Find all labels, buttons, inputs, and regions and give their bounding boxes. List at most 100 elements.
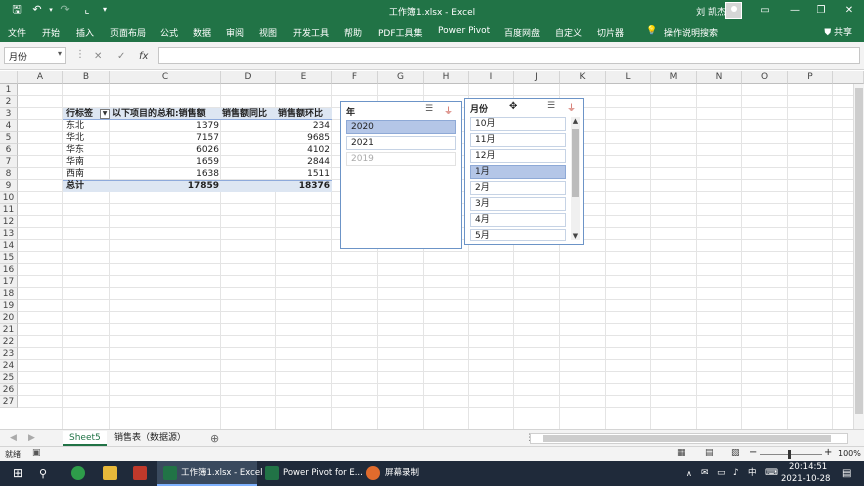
- row-header[interactable]: 23: [0, 348, 18, 360]
- row-header[interactable]: 4: [0, 120, 18, 132]
- search-icon[interactable]: ⚲: [39, 461, 47, 486]
- column-header[interactable]: N: [697, 71, 742, 84]
- pivot-sum-value[interactable]: 1379: [110, 120, 219, 132]
- scroll-up-icon[interactable]: ▲: [571, 117, 580, 125]
- zoom-slider-thumb[interactable]: [788, 450, 791, 459]
- tell-me-search[interactable]: 操作说明搜索: [664, 26, 718, 39]
- taskbar-app-excel[interactable]: 工作簿1.xlsx - Excel: [157, 461, 262, 486]
- slicer-month-item[interactable]: 4月: [470, 213, 566, 227]
- tab-insert[interactable]: 插入: [76, 26, 94, 39]
- pivot-row-label[interactable]: 华北: [66, 132, 84, 144]
- scroll-down-icon[interactable]: ▼: [571, 232, 580, 240]
- ribbon-display-options-icon[interactable]: ▭: [757, 3, 773, 19]
- formula-input[interactable]: [158, 47, 860, 64]
- slicer-month-item[interactable]: 11月: [470, 133, 566, 147]
- slicer-month-item[interactable]: 3月: [470, 197, 566, 211]
- pivot-total-label[interactable]: 总计: [66, 180, 84, 192]
- taskbar-app-screen-recorder[interactable]: 屏幕录制: [361, 461, 461, 486]
- tab-pdf-tools[interactable]: PDF工具集: [378, 26, 423, 39]
- name-box[interactable]: 月份: [4, 47, 66, 64]
- slicer-month-item[interactable]: 2月: [470, 181, 566, 195]
- avatar[interactable]: [725, 2, 742, 19]
- volume-icon[interactable]: ♪: [733, 461, 739, 486]
- tab-page-layout[interactable]: 页面布局: [110, 26, 146, 39]
- ime-indicator[interactable]: 中: [748, 461, 757, 486]
- row-header[interactable]: 19: [0, 300, 18, 312]
- tab-file[interactable]: 文件: [8, 26, 26, 39]
- column-header[interactable]: E: [276, 71, 332, 84]
- minimize-icon[interactable]: —: [787, 3, 803, 19]
- tab-power-pivot[interactable]: Power Pivot: [438, 26, 490, 36]
- zoom-level[interactable]: 100%: [838, 449, 861, 458]
- scroll-thumb[interactable]: [572, 129, 579, 197]
- slicer-year-item[interactable]: 2021: [346, 136, 456, 150]
- pdf-app-icon[interactable]: [133, 466, 147, 480]
- multi-select-icon[interactable]: ☰: [547, 101, 555, 111]
- pivot-sum-value[interactable]: 7157: [110, 132, 219, 144]
- tab-slicer[interactable]: 切片器: [597, 26, 624, 39]
- row-header[interactable]: 11: [0, 204, 18, 216]
- row-header[interactable]: 17: [0, 276, 18, 288]
- tab-formulas[interactable]: 公式: [160, 26, 178, 39]
- pivot-sum-value[interactable]: 1659: [110, 156, 219, 168]
- column-header[interactable]: A: [18, 71, 63, 84]
- column-header[interactable]: C: [110, 71, 221, 84]
- pivot-mom-value[interactable]: 9685: [276, 132, 330, 144]
- tab-customize[interactable]: 自定义: [555, 26, 582, 39]
- browser-icon[interactable]: [71, 466, 85, 480]
- zoom-out-icon[interactable]: −: [749, 447, 757, 458]
- row-header[interactable]: 12: [0, 216, 18, 228]
- scroll-thumb[interactable]: [543, 435, 831, 442]
- pivot-sum-value[interactable]: 1638: [110, 168, 219, 180]
- tab-review[interactable]: 审阅: [226, 26, 244, 39]
- page-layout-view-icon[interactable]: ▤: [705, 448, 714, 458]
- row-header[interactable]: 6: [0, 144, 18, 156]
- row-header[interactable]: 20: [0, 312, 18, 324]
- tab-developer[interactable]: 开发工具: [293, 26, 329, 39]
- row-header[interactable]: 14: [0, 240, 18, 252]
- normal-view-icon[interactable]: ▦: [677, 448, 686, 458]
- worksheet-grid[interactable]: A B C D E F G H I J K L M N O P 12345678…: [0, 71, 864, 429]
- file-explorer-icon[interactable]: [103, 466, 117, 480]
- pivot-row-label[interactable]: 华南: [66, 156, 84, 168]
- row-header[interactable]: 9: [0, 180, 18, 192]
- pivot-row-label[interactable]: 华东: [66, 144, 84, 156]
- column-header[interactable]: I: [469, 71, 514, 84]
- insert-function-icon[interactable]: fx: [139, 51, 148, 62]
- row-header[interactable]: 22: [0, 336, 18, 348]
- sheet-scroll-left-icon[interactable]: ◀: [4, 431, 23, 446]
- slicer-year-item[interactable]: 2019: [346, 152, 456, 166]
- row-header[interactable]: 7: [0, 156, 18, 168]
- column-header[interactable]: B: [63, 71, 110, 84]
- select-all-corner[interactable]: [0, 71, 18, 84]
- tab-home[interactable]: 开始: [42, 26, 60, 39]
- row-header[interactable]: 1: [0, 84, 18, 96]
- sheet-tab-sales-source[interactable]: 销售表（数据源）: [108, 431, 192, 446]
- slicer-month[interactable]: 月份 ✥ ☰ ⏚ 10月 11月 12月 1月 2月 3月 4月 5月 ▲ ▼: [464, 98, 584, 245]
- column-header[interactable]: H: [424, 71, 469, 84]
- pivot-row-label[interactable]: 西南: [66, 168, 84, 180]
- pivot-sum-value[interactable]: 6026: [110, 144, 219, 156]
- column-header[interactable]: D: [221, 71, 276, 84]
- column-header[interactable]: G: [378, 71, 424, 84]
- show-hidden-icons-icon[interactable]: ∧: [686, 461, 692, 486]
- column-header[interactable]: J: [514, 71, 560, 84]
- column-header[interactable]: P: [788, 71, 833, 84]
- clock-time[interactable]: 20:14:51: [789, 462, 827, 472]
- zoom-slider[interactable]: [760, 454, 822, 455]
- row-header[interactable]: 8: [0, 168, 18, 180]
- row-header[interactable]: 5: [0, 132, 18, 144]
- column-header[interactable]: O: [742, 71, 788, 84]
- macro-record-icon[interactable]: ▣: [32, 448, 41, 458]
- notifications-icon[interactable]: ▤: [842, 461, 851, 486]
- slicer-scrollbar[interactable]: ▲ ▼: [571, 117, 580, 240]
- row-header[interactable]: 10: [0, 192, 18, 204]
- slicer-month-item[interactable]: 10月: [470, 117, 566, 131]
- pivot-mom-value[interactable]: 2844: [276, 156, 330, 168]
- enter-icon[interactable]: ✓: [117, 51, 125, 62]
- vertical-scrollbar[interactable]: [853, 84, 864, 429]
- cancel-icon[interactable]: ✕: [94, 51, 102, 62]
- slicer-year-item[interactable]: 2020: [346, 120, 456, 134]
- column-header[interactable]: [833, 71, 864, 84]
- filter-dropdown-icon[interactable]: ▼: [100, 109, 110, 119]
